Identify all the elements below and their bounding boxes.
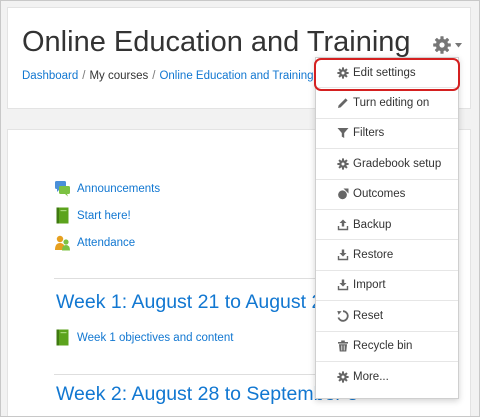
breadcrumb-separator: / (82, 70, 86, 82)
book-icon (56, 207, 69, 224)
menu-item-label: Filters (353, 127, 385, 140)
download-icon (337, 249, 349, 261)
menu-item-outcomes[interactable]: Outcomes (316, 180, 458, 210)
menu-item-label: Turn editing on (353, 97, 430, 110)
breadcrumb: Dashboard / My courses / Online Education an… (22, 70, 314, 82)
filter-icon (337, 128, 349, 139)
menu-item-backup[interactable]: Backup (316, 210, 458, 241)
menu-item-turn-editing-on[interactable]: Turn editing on (316, 88, 458, 119)
upload-icon (337, 219, 349, 230)
reset-icon (337, 310, 349, 322)
menu-item-more[interactable]: More... (316, 362, 458, 392)
outcomes-icon (338, 188, 349, 200)
breadcrumb-separator: / (152, 70, 156, 82)
menu-item-filters[interactable]: Filters (316, 119, 458, 150)
menu-item-recycle-bin[interactable]: Recycle bin (316, 332, 458, 362)
breadcrumb-dashboard[interactable]: Dashboard (22, 70, 78, 82)
trash-icon (338, 340, 348, 352)
menu-item-gradebook-setup[interactable]: Gradebook setup (316, 149, 458, 180)
page-title: Online Education and Training (22, 26, 411, 58)
menu-item-label: Outcomes (353, 188, 406, 201)
menu-item-reset[interactable]: Reset (316, 301, 458, 332)
menu-item-label: Edit settings (353, 66, 416, 79)
attendance-icon (55, 235, 70, 251)
pencil-icon (338, 98, 348, 109)
section-divider (54, 374, 326, 375)
section-title[interactable]: Week 2: August 28 to September 3 (56, 383, 358, 406)
menu-item-import[interactable]: Import (316, 271, 458, 302)
activity-item[interactable]: Week 1 objectives and content (54, 329, 233, 346)
menu-item-restore[interactable]: Restore (316, 240, 458, 271)
breadcrumb-course[interactable]: Online Education and Training (159, 70, 313, 82)
caret-down-icon (455, 42, 462, 47)
menu-item-label: Import (353, 279, 386, 292)
gear-icon (337, 67, 349, 79)
activity-link[interactable]: Announcements (77, 183, 160, 195)
download-icon (337, 279, 349, 291)
activity-link[interactable]: Attendance (77, 237, 135, 249)
gear-icon (433, 36, 451, 54)
activity-link[interactable]: Start here! (77, 210, 131, 222)
activity-item[interactable]: Announcements (54, 180, 160, 197)
browser-frame: Online Education and Training Dashboard /… (0, 0, 480, 417)
course-actions-menu: Edit settings Turn editing on Filters Gr… (315, 57, 459, 399)
gear-icon (337, 158, 349, 170)
menu-item-label: Backup (353, 218, 392, 231)
gear-icon (337, 371, 349, 383)
section-divider (54, 278, 326, 279)
menu-item-label: Reset (353, 309, 384, 322)
section-title[interactable]: Week 1: August 21 to August 2 (56, 291, 322, 314)
activity-link[interactable]: Week 1 objectives and content (77, 332, 233, 344)
course-actions-menu-button[interactable] (432, 36, 466, 54)
menu-item-label: Restore (353, 249, 394, 262)
menu-item-label: More... (353, 371, 389, 384)
menu-item-edit-settings[interactable]: Edit settings (316, 58, 458, 89)
activity-item[interactable]: Start here! (54, 207, 131, 224)
menu-item-label: Gradebook setup (353, 157, 442, 170)
menu-item-label: Recycle bin (353, 340, 413, 353)
book-icon (56, 329, 69, 346)
forum-icon (55, 181, 70, 197)
activity-item[interactable]: Attendance (54, 234, 135, 251)
breadcrumb-my-courses: My courses (89, 70, 149, 82)
